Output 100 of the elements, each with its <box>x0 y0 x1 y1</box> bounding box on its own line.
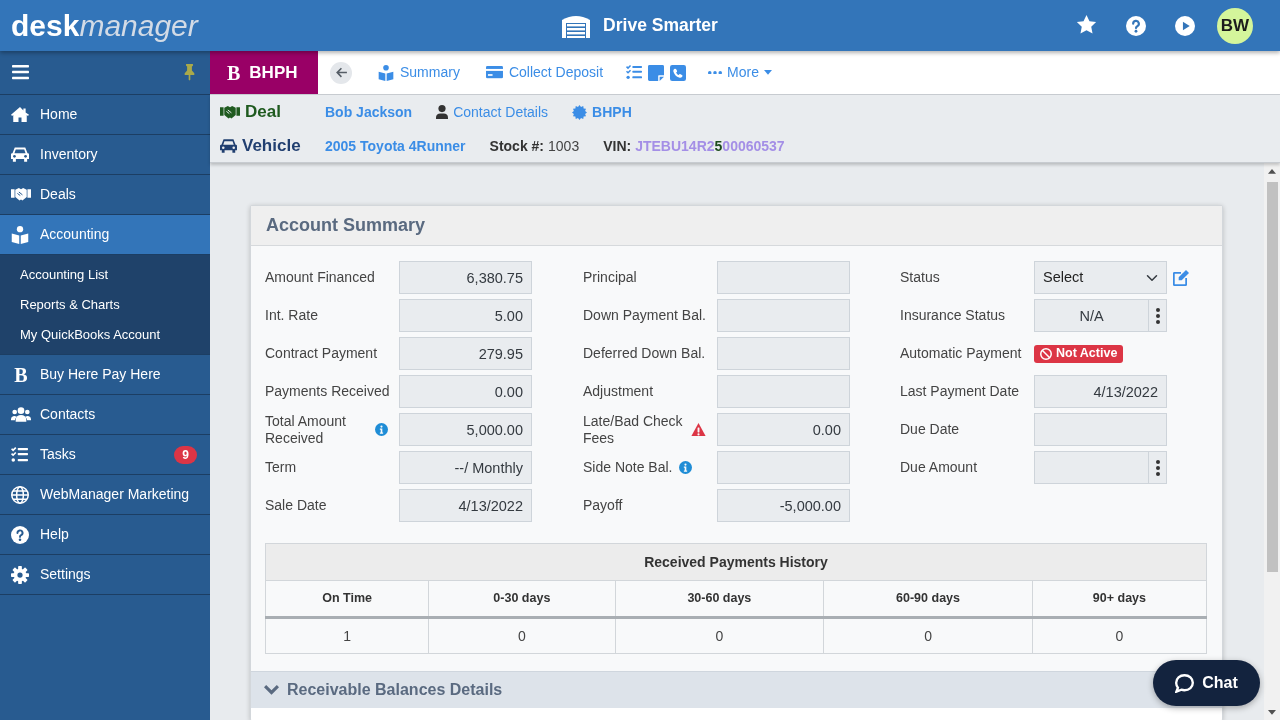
info-icon[interactable] <box>678 461 692 474</box>
sidebar-item[interactable]: Inventory <box>0 135 210 175</box>
pin-icon[interactable] <box>184 64 195 81</box>
sidebar-item[interactable]: WebManager Marketing <box>0 475 210 515</box>
submenu-item[interactable]: My QuickBooks Account <box>0 320 210 350</box>
input-field[interactable]: 279.95 <box>399 337 532 370</box>
field-label: Total Amount Received <box>265 413 347 446</box>
checklist-icon[interactable] <box>626 65 643 80</box>
edit-icon[interactable] <box>1173 269 1189 286</box>
status-text: Not Active <box>1056 345 1118 363</box>
table-cell: 0 <box>615 617 824 654</box>
input-field[interactable]: 0.00 <box>717 413 850 446</box>
input-field[interactable] <box>717 337 850 370</box>
app-logo[interactable]: deskmanager <box>11 9 198 42</box>
letter-b-icon: B <box>14 364 28 385</box>
seal-icon <box>572 104 588 120</box>
menu-button[interactable] <box>1148 451 1167 484</box>
input-field[interactable]: --/ Monthly <box>399 451 532 484</box>
sidebar-item[interactable]: Home <box>0 95 210 135</box>
car-icon <box>220 138 237 154</box>
input-field[interactable] <box>717 375 850 408</box>
field-label: Payoff <box>583 497 623 514</box>
scroll-up-icon[interactable] <box>1268 169 1276 174</box>
stock-label: Stock #: <box>489 136 545 156</box>
chat-button[interactable]: Chat <box>1153 660 1260 706</box>
vin-label: VIN: <box>603 136 632 156</box>
scroll-thumb[interactable] <box>1266 181 1278 572</box>
person-reading-icon <box>11 225 29 244</box>
car-icon <box>11 147 29 162</box>
input-field[interactable] <box>1034 413 1167 446</box>
submenu-item[interactable]: Reports & Charts <box>0 290 210 320</box>
star-icon[interactable] <box>1076 15 1097 36</box>
input-field[interactable] <box>717 451 850 484</box>
table-cell: 0 <box>428 617 615 654</box>
phone-icon[interactable] <box>670 64 687 81</box>
globe-icon <box>11 485 29 504</box>
info-icon[interactable] <box>375 423 388 436</box>
field-label: Due Amount <box>900 459 978 476</box>
input-field[interactable] <box>717 261 850 294</box>
sidebar-item[interactable]: Settings <box>0 555 210 595</box>
warning-icon[interactable] <box>691 422 706 437</box>
input-field[interactable]: 4/13/2022 <box>1034 375 1167 408</box>
field-label: Adjustment <box>583 383 654 400</box>
field-label: Due Date <box>900 421 960 438</box>
sidebar-item[interactable]: Contacts <box>0 395 210 435</box>
checklist-icon <box>11 446 28 463</box>
input-field[interactable] <box>717 299 850 332</box>
toolbar-link[interactable]: Summary <box>378 62 460 83</box>
module-tab[interactable]: B BHPH <box>210 51 318 94</box>
chat-bubble-icon <box>1175 673 1195 693</box>
input-field[interactable]: 6,380.75 <box>399 261 532 294</box>
submenu-item[interactable]: Accounting List <box>0 260 210 290</box>
input-field[interactable]: 4/13/2022 <box>399 489 532 522</box>
table-cell: 1 <box>265 617 429 654</box>
home-icon <box>11 106 29 123</box>
kebab-icon <box>1155 459 1160 476</box>
column-header: 0-30 days <box>428 580 615 618</box>
stock-number: 1003 <box>548 136 580 156</box>
toolbar-link[interactable]: Collect Deposit <box>485 62 604 83</box>
credit-card-icon <box>485 66 503 79</box>
table-title: Received Payments History <box>265 543 1207 581</box>
section-label: Deal <box>245 101 281 124</box>
menu-button[interactable] <box>1148 299 1167 332</box>
more-menu[interactable]: More <box>708 62 772 83</box>
field-label: Last Payment Date <box>900 383 1020 400</box>
help-icon[interactable] <box>1126 15 1146 36</box>
person-reading-icon <box>378 64 394 81</box>
table-cell: 0 <box>1032 617 1207 654</box>
select-field[interactable]: Select <box>1034 261 1167 294</box>
input-field[interactable] <box>1034 451 1149 484</box>
field-label: Int. Rate <box>265 307 318 324</box>
handshake-icon <box>220 104 240 120</box>
sidebar-item[interactable]: Help <box>0 515 210 555</box>
scrollbar[interactable] <box>1264 163 1280 720</box>
user-avatar[interactable]: BW <box>1217 7 1253 44</box>
dots-icon <box>708 70 723 75</box>
field-label: Late/Bad Check Fees <box>583 413 684 446</box>
vin-number: JTEBU14R2500060537 <box>635 136 785 156</box>
column-header: 90+ days <box>1032 580 1207 618</box>
field-label: Sale Date <box>265 497 327 514</box>
menu-icon[interactable] <box>12 65 29 80</box>
input-field[interactable]: 5.00 <box>399 299 532 332</box>
field-label: Deferred Down Bal. <box>583 345 706 362</box>
input-field[interactable]: N/A <box>1034 299 1149 332</box>
scroll-down-icon[interactable] <box>1268 710 1276 715</box>
back-button[interactable] <box>330 61 352 84</box>
sidebar-item[interactable]: Tasks 9 <box>0 435 210 475</box>
panel-title: Account Summary <box>266 214 426 237</box>
field-label: Side Note Bal. <box>583 459 673 476</box>
sidebar-item[interactable]: Accounting <box>0 215 210 255</box>
field-label: Automatic Payment <box>900 345 1022 362</box>
sticky-note-icon[interactable] <box>648 64 665 81</box>
count-badge: 9 <box>174 445 197 464</box>
input-field[interactable]: 0.00 <box>399 375 532 408</box>
input-field[interactable]: 5,000.00 <box>399 413 532 446</box>
handshake-icon <box>11 187 31 202</box>
input-field[interactable]: -5,000.00 <box>717 489 850 522</box>
help-icon <box>11 525 29 544</box>
field-label: Principal <box>583 269 637 286</box>
play-icon[interactable] <box>1175 15 1195 36</box>
